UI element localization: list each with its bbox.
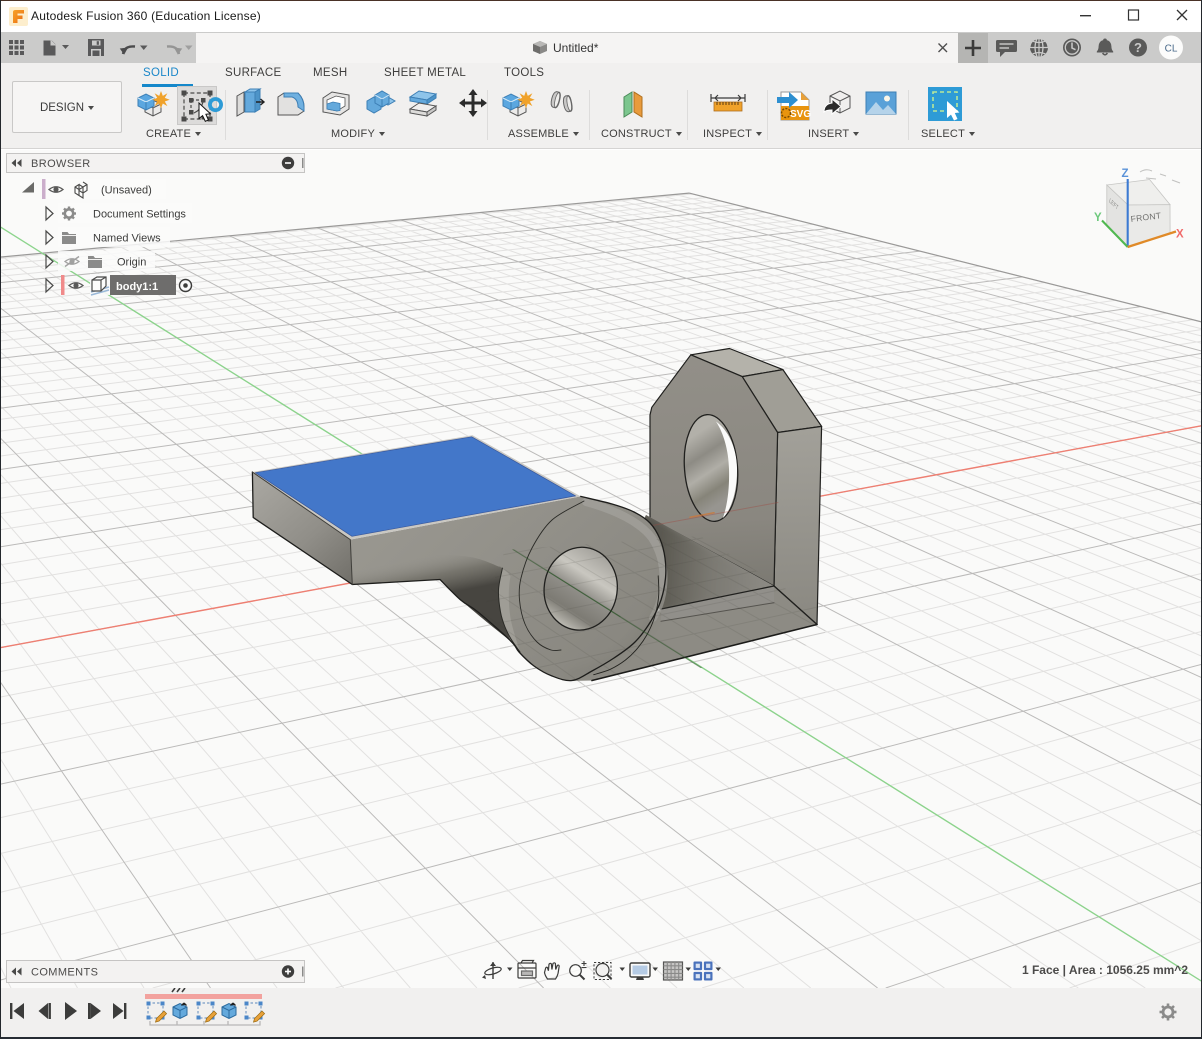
svg-text:BROWSER: BROWSER xyxy=(31,158,91,170)
svg-text:X: X xyxy=(1176,229,1184,241)
svg-text:SVG: SVG xyxy=(790,109,811,120)
svg-text:Document Settings: Document Settings xyxy=(93,209,186,221)
svg-text:Z: Z xyxy=(1122,168,1129,180)
svg-text:Y: Y xyxy=(1094,212,1102,224)
svg-text:?: ? xyxy=(1134,40,1142,55)
svg-text:Origin: Origin xyxy=(117,257,146,269)
svg-text:body1:1: body1:1 xyxy=(116,281,158,293)
svg-text:CL: CL xyxy=(1165,44,1178,55)
svg-text:Named Views: Named Views xyxy=(93,233,161,245)
svg-text:(Unsaved): (Unsaved) xyxy=(101,185,152,197)
svg-text:COMMENTS: COMMENTS xyxy=(31,967,98,979)
